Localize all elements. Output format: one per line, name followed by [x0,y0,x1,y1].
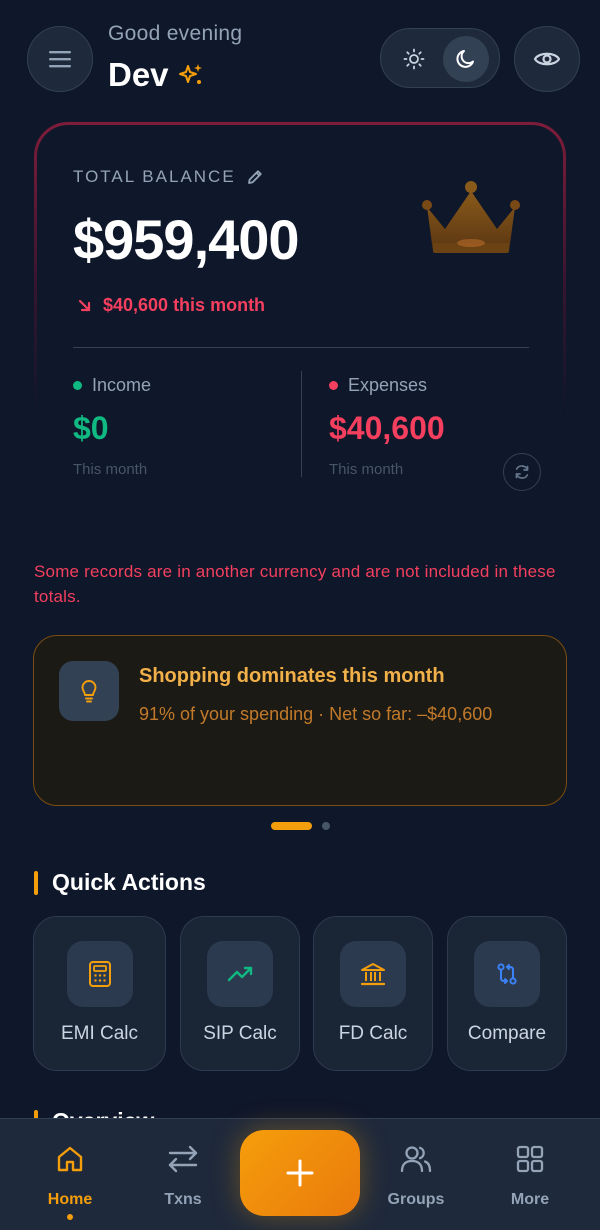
app-header: Good evening Dev [0,0,600,110]
balance-card: TOTAL BALANCE $959,400 $40,600 this mont… [34,122,566,512]
qa-label: EMI Calc [60,1023,139,1044]
qa-icon-box [340,941,406,1007]
expenses-value: $40,600 [329,410,445,446]
sun-icon [403,48,425,70]
grid-icon [516,1145,544,1173]
crown-icon [422,181,520,253]
bank-icon [360,963,386,986]
nav-home-label: Home [47,1191,93,1208]
section-accent-bar [34,870,38,895]
nav-more[interactable]: More [480,1141,580,1209]
quick-actions-header: Quick Actions [34,869,206,896]
currency-warning: Some records are in another currency and… [34,562,556,606]
qa-icon-box [67,941,133,1007]
income-stat: Income $0 This month [73,375,151,478]
insight-title: Shopping dominates this month [139,665,445,687]
username-row: Dev [108,56,205,94]
plus-icon [286,1159,314,1187]
insight-card[interactable]: Shopping dominates this month 91% of you… [33,635,567,806]
total-balance-label-row: TOTAL BALANCE [73,167,264,187]
pager-dot[interactable] [322,822,330,830]
monthly-change-text: $40,600 this month [103,295,266,315]
calculator-icon [89,961,111,987]
balance-divider [73,347,529,348]
quick-action-sip-calc[interactable]: SIP Calc [180,916,300,1071]
expenses-dot [329,381,338,390]
nav-txns-label: Txns [164,1191,202,1208]
lightbulb-icon [81,680,97,703]
income-dot [73,381,82,390]
quick-action-fd-calc[interactable]: FD Calc [313,916,433,1071]
add-transaction-button[interactable] [240,1130,360,1216]
qa-icon-box [207,941,273,1007]
qa-label: SIP Calc [203,1023,277,1044]
trending-up-icon [227,966,253,982]
active-indicator-dot [67,1214,73,1220]
nav-more-label: More [510,1191,550,1208]
greeting-text: Good evening [108,22,243,45]
expenses-period: This month [329,461,404,478]
expenses-stat: Expenses $40,600 This month [329,375,445,478]
compare-arrows-icon [497,963,517,985]
qa-label: FD Calc [338,1023,408,1044]
insight-body: 91% of your spending · Net so far: –$40,… [139,704,493,724]
eye-icon [533,52,561,66]
qa-icon-box [474,941,540,1007]
nav-home[interactable]: Home [20,1141,120,1220]
light-theme-option[interactable] [391,36,437,82]
income-label: Income [92,375,152,395]
refresh-icon [515,465,529,479]
expenses-label: Expenses [348,375,428,395]
nav-groups[interactable]: Groups [366,1141,466,1209]
moon-icon [456,50,474,68]
quick-actions-title: Quick Actions [52,869,206,895]
home-icon [57,1146,83,1172]
stats-divider [301,371,302,477]
transfer-icon [168,1145,198,1173]
sparkle-icon [178,64,202,84]
refresh-button[interactable] [503,453,541,491]
income-period: This month [73,461,148,478]
edit-pencil-icon[interactable] [246,168,264,186]
quick-action-emi-calc[interactable]: EMI Calc [33,916,166,1071]
total-balance-label: TOTAL BALANCE [73,167,236,186]
monthly-change: $40,600 this month [77,295,265,316]
pager-dot-active[interactable] [271,822,312,830]
nav-txns[interactable]: Txns [133,1141,233,1209]
users-icon [400,1146,432,1173]
income-value: $0 [73,410,109,446]
insight-pager [271,822,330,830]
nav-groups-label: Groups [387,1191,445,1208]
dark-theme-option[interactable] [443,36,489,82]
hamburger-menu-icon [49,51,71,68]
toggle-visibility-button[interactable] [514,26,580,92]
total-balance-amount: $959,400 [73,208,300,271]
insight-icon-box [59,661,119,721]
quick-action-compare[interactable]: Compare [447,916,567,1071]
menu-button[interactable] [27,26,93,92]
qa-label: Compare [467,1023,547,1044]
theme-toggle[interactable] [380,28,500,88]
username: Dev [108,56,169,93]
trend-down-arrow-icon [78,299,91,311]
